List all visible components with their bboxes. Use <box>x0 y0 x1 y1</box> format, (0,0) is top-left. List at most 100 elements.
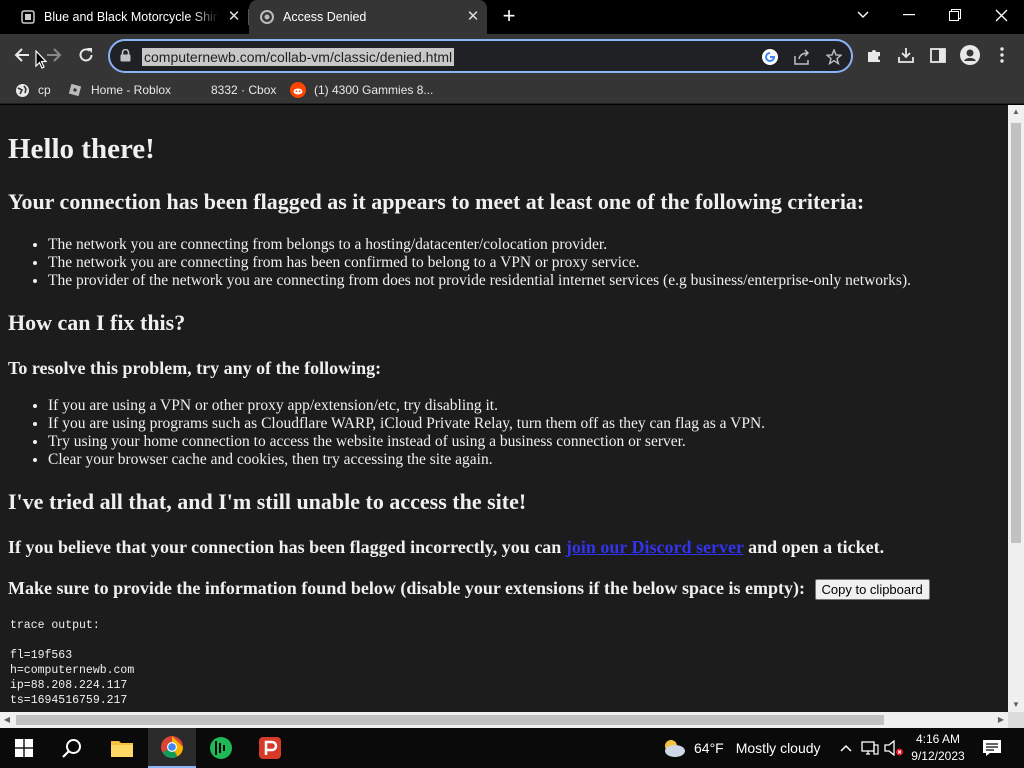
page-favicon-icon <box>20 9 36 25</box>
list-item: If you are using programs such as Cloudf… <box>48 415 765 433</box>
browser-toolbar: computernewb.com/collab-vm/classic/denie… <box>0 34 1024 76</box>
bookmarks-bar: cp Home - Roblox 8332 · Cbox (1) 4300 Ga… <box>0 76 1024 104</box>
address-bar[interactable]: computernewb.com/collab-vm/classic/denie… <box>108 39 853 73</box>
discord-link[interactable]: join our Discord server <box>566 537 744 557</box>
profile-avatar-icon[interactable] <box>959 44 981 66</box>
extensions-puzzle-icon[interactable] <box>863 44 885 66</box>
list-item: The network you are connecting from belo… <box>48 236 911 254</box>
reload-icon <box>79 48 93 62</box>
network-icon <box>861 741 879 755</box>
file-explorer-button[interactable] <box>98 728 146 768</box>
fixes-list: If you are using a VPN or other proxy ap… <box>48 397 765 469</box>
trace-line: fl=19f563 <box>10 649 73 662</box>
provide-text: Make sure to provide the information fou… <box>8 578 806 598</box>
bookmark-home-roblox[interactable]: Home - Roblox <box>67 81 171 99</box>
bookmark-cp[interactable]: cp <box>14 81 51 99</box>
new-tab-button[interactable]: + <box>498 5 520 28</box>
mouse-cursor-icon <box>35 50 47 69</box>
vertical-scrollbar[interactable]: ▲ ▼ <box>1008 105 1024 712</box>
system-clock[interactable]: 4:16 AM 9/12/2023 <box>908 731 968 765</box>
fix-heading: How can I fix this? <box>8 310 186 335</box>
page-title: Hello there! <box>8 133 155 165</box>
trace-label: trace output: <box>10 619 100 632</box>
tab-access-denied[interactable]: Access Denied ✕ <box>249 0 487 34</box>
reload-button[interactable] <box>73 42 99 68</box>
trace-line: ts=1694516759.217 <box>10 694 128 707</box>
clock-time: 4:16 AM <box>915 732 961 746</box>
green-app-taskbar-button[interactable] <box>197 728 245 768</box>
folder-icon <box>111 741 133 757</box>
close-tab-icon[interactable]: ✕ <box>465 9 481 25</box>
vertical-scroll-thumb[interactable] <box>1011 123 1021 543</box>
arrow-right-icon <box>47 48 62 62</box>
volume-muted-tray-button[interactable] <box>884 738 904 758</box>
chevron-up-icon <box>840 744 852 752</box>
provide-info-paragraph: Make sure to provide the information fou… <box>8 577 930 601</box>
bookmark-label: 8332 · Cbox <box>211 83 277 97</box>
download-icon[interactable] <box>895 44 917 66</box>
incorrect-flag-paragraph: If you believe that your connection has … <box>8 536 884 558</box>
google-lens-icon[interactable] <box>760 47 780 67</box>
scroll-down-arrow-icon[interactable]: ▼ <box>1008 698 1024 712</box>
notifications-button[interactable] <box>982 738 1002 758</box>
network-tray-button[interactable] <box>860 738 880 758</box>
tab-title: Blue and Black Motorcycle Shirt - <box>44 10 219 24</box>
chrome-icon <box>161 736 183 758</box>
psiphon-icon <box>259 737 281 759</box>
page-viewport[interactable]: Hello there! Your connection has been fl… <box>0 105 1008 712</box>
side-panel-icon[interactable] <box>927 44 949 66</box>
bookmark-star-icon[interactable] <box>824 47 844 67</box>
incorrect-text: If you believe that your connection has … <box>8 537 566 557</box>
bookmark-reddit-gammies[interactable]: (1) 4300 Gammies 8... <box>290 81 433 99</box>
scroll-up-arrow-icon[interactable]: ▲ <box>1008 105 1024 119</box>
speaker-muted-icon <box>884 740 903 756</box>
notification-icon <box>983 740 1001 756</box>
bookmark-label: (1) 4300 Gammies 8... <box>314 83 434 97</box>
chrome-taskbar-button[interactable] <box>148 728 196 768</box>
still-unable-heading: I've tried all that, and I'm still unabl… <box>8 489 527 514</box>
close-tab-icon[interactable]: ✕ <box>226 9 242 25</box>
loading-favicon-icon <box>259 9 275 25</box>
url-text[interactable]: computernewb.com/collab-vm/classic/denie… <box>142 48 455 66</box>
roblox-icon <box>67 82 83 98</box>
flagged-heading: Your connection has been flagged as it a… <box>8 189 865 214</box>
tab-motorcycle-shirt[interactable]: Blue and Black Motorcycle Shirt - ✕ <box>0 0 248 34</box>
tab-search-button[interactable] <box>840 0 886 30</box>
scroll-left-arrow-icon[interactable]: ◀ <box>0 712 14 728</box>
show-hidden-icons-button[interactable] <box>836 738 856 758</box>
green-app-icon <box>210 737 232 759</box>
windows-taskbar: 64°F Mostly cloudy 4:16 AM 9/12/2023 <box>0 728 1024 768</box>
minimize-button[interactable] <box>886 0 932 30</box>
restore-icon <box>949 9 961 21</box>
bookmark-label: cp <box>38 83 51 97</box>
lock-icon[interactable] <box>120 48 131 67</box>
clock-date: 9/12/2023 <box>911 749 965 763</box>
copy-to-clipboard-button[interactable]: Copy to clipboard <box>814 579 930 601</box>
share-icon[interactable] <box>792 47 812 67</box>
incorrect-text-end: and open a ticket. <box>743 537 885 557</box>
back-button[interactable] <box>9 42 35 68</box>
horizontal-scroll-thumb[interactable] <box>16 715 884 725</box>
search-button[interactable] <box>48 728 96 768</box>
more-menu-icon[interactable] <box>991 44 1013 66</box>
scrollbar-corner <box>1008 712 1024 728</box>
windows-logo-icon <box>15 739 33 757</box>
restore-button[interactable] <box>932 0 978 30</box>
reddit-icon <box>290 82 306 98</box>
search-icon <box>62 739 81 758</box>
start-button[interactable] <box>0 728 48 768</box>
horizontal-scrollbar[interactable]: ◀ ▶ <box>0 712 1008 728</box>
minimize-icon <box>903 14 915 16</box>
resolve-heading: To resolve this problem, try any of the … <box>8 358 382 378</box>
arrow-left-icon <box>14 48 29 62</box>
scroll-right-arrow-icon[interactable]: ▶ <box>994 712 1008 728</box>
close-window-button[interactable] <box>978 0 1024 30</box>
trace-line: ip=88.208.224.117 <box>10 679 128 692</box>
weather-temp: 64°F <box>694 740 724 756</box>
weather-widget[interactable]: 64°F Mostly cloudy <box>660 728 821 768</box>
list-item: If you are using a VPN or other proxy ap… <box>48 397 765 415</box>
bookmark-cbox[interactable]: 8332 · Cbox <box>211 81 276 99</box>
criteria-list: The network you are connecting from belo… <box>48 236 911 290</box>
psiphon-taskbar-button[interactable] <box>246 728 294 768</box>
list-item: Clear your browser cache and cookies, th… <box>48 451 765 469</box>
